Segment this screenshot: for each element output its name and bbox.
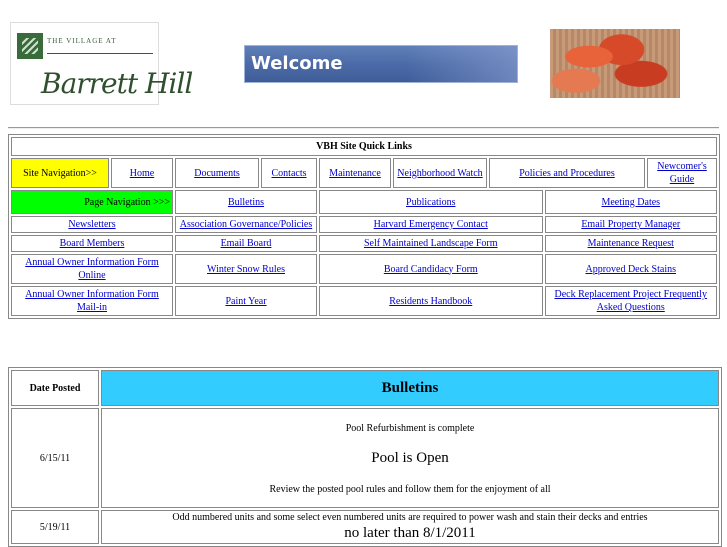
village-logo: THE VILLAGE AT Barrett Hill <box>10 22 193 105</box>
bulletin-row: 6/15/11 Pool Refurbishment is complete P… <box>11 408 719 508</box>
site-nav-label: Site Navigation>> <box>11 158 109 188</box>
bulletins-header: Bulletins <box>101 370 719 406</box>
nav-newcomers-guide-link[interactable]: Newcomer's Guide <box>657 161 707 185</box>
association-governance-link[interactable]: Association Governance/Policies <box>180 219 312 230</box>
logo-small-text: THE VILLAGE AT <box>47 37 117 45</box>
welcome-text: Welcome <box>251 53 343 74</box>
bulletin-date: 6/15/11 <box>11 408 99 508</box>
logo-rule <box>47 53 153 54</box>
board-candidacy-form-link[interactable]: Board Candidacy Form <box>384 264 478 275</box>
page-publications-link[interactable]: Publications <box>406 197 455 208</box>
bulletin-headline: no later than 8/1/2011 <box>344 525 476 541</box>
owner-info-online-link[interactable]: Annual Owner Information Form Online <box>25 257 159 281</box>
bulletin-date: 5/19/11 <box>11 510 99 544</box>
bulletins-table: Date Posted Bulletins 6/15/11 Pool Refur… <box>8 367 722 547</box>
winter-snow-rules-link[interactable]: Winter Snow Rules <box>207 264 285 275</box>
board-members-link[interactable]: Board Members <box>60 238 125 249</box>
nav-maintenance-link[interactable]: Maintenance <box>329 168 381 179</box>
quick-links-title: VBH Site Quick Links <box>11 137 717 156</box>
owner-info-mailin-link[interactable]: Annual Owner Information Form Mail-in <box>25 289 159 313</box>
deck-replacement-faq-link[interactable]: Deck Replacement Project Frequently Aske… <box>555 289 707 313</box>
page-bulletins-link[interactable]: Bulletins <box>228 197 264 208</box>
email-board-link[interactable]: Email Board <box>221 238 272 249</box>
nav-contacts-link[interactable]: Contacts <box>272 168 307 179</box>
approved-deck-stains-link[interactable]: Approved Deck Stains <box>585 264 676 275</box>
divider <box>8 127 719 129</box>
nav-neighborhood-watch-link[interactable]: Neighborhood Watch <box>397 168 482 179</box>
nav-documents-link[interactable]: Documents <box>194 168 240 179</box>
logo-script-text: Barrett Hill <box>41 67 193 100</box>
nav-home-link[interactable]: Home <box>130 168 154 179</box>
bulletin-line: Review the posted pool rules and follow … <box>269 484 551 495</box>
bulletin-line: Pool Refurbishment is complete <box>345 423 475 434</box>
newsletters-link[interactable]: Newsletters <box>68 219 115 230</box>
page-meeting-dates-link[interactable]: Meeting Dates <box>601 197 660 208</box>
bulletin-body: Pool Refurbishment is complete Pool is O… <box>101 408 719 508</box>
landscape-form-link[interactable]: Self Maintained Landscape Form <box>364 238 498 249</box>
quick-links-table: VBH Site Quick Links Site Navigation>> H… <box>8 134 720 319</box>
paint-year-link[interactable]: Paint Year <box>225 296 266 307</box>
maintenance-request-link[interactable]: Maintenance Request <box>588 238 674 249</box>
bulletin-body: Odd numbered units and some select even … <box>101 510 719 544</box>
page-nav-label: Page Navigation >>> <box>11 190 173 214</box>
bulletin-row: 5/19/11 Odd numbered units and some sele… <box>11 510 719 544</box>
logo-mark-icon <box>17 33 43 59</box>
nav-policies-link[interactable]: Policies and Procedures <box>519 168 615 179</box>
autumn-leaves-image <box>550 29 680 98</box>
bulletin-headline: Pool is Open <box>371 450 449 466</box>
email-property-manager-link[interactable]: Email Property Manager <box>581 219 680 230</box>
date-posted-header: Date Posted <box>11 370 99 406</box>
harvard-emergency-contact-link[interactable]: Harvard Emergency Contact <box>374 219 488 230</box>
residents-handbook-link[interactable]: Residents Handbook <box>389 296 472 307</box>
bulletin-line: Odd numbered units and some select even … <box>172 512 648 523</box>
welcome-banner: Welcome <box>244 45 518 83</box>
